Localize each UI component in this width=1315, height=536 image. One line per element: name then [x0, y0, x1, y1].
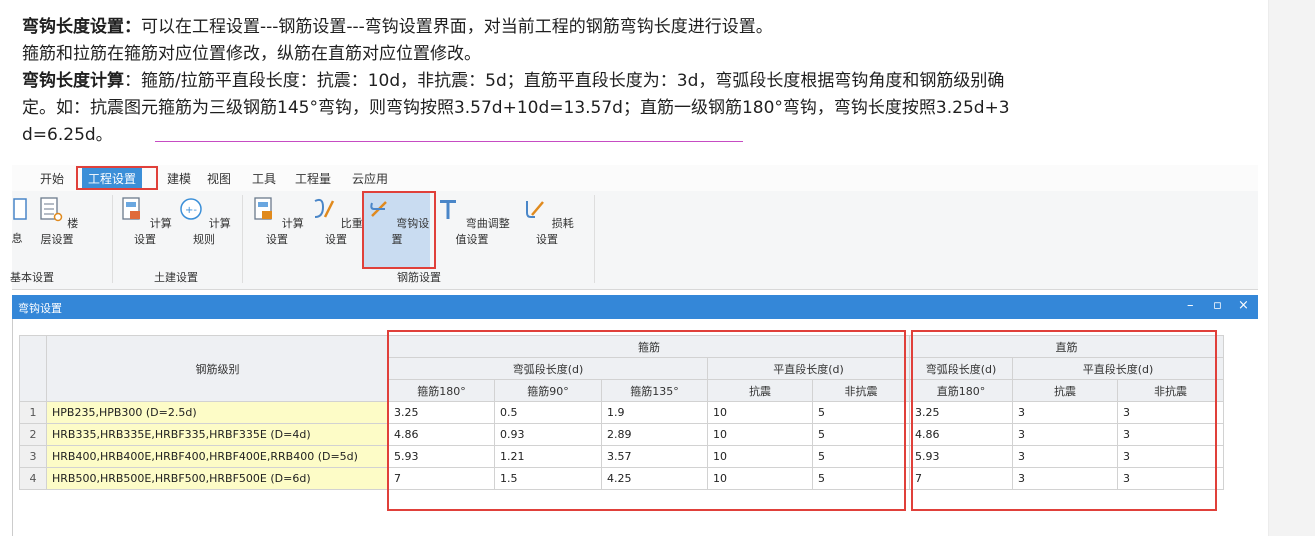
- hook-settings-highlight-box: [362, 191, 436, 269]
- row-index: 1: [19, 401, 47, 424]
- ribbon: 息 楼层设置 计算设置 +- 计算规则 计算设置 比重设置 弯钩设置 弯曲调整值…: [10, 191, 1258, 290]
- calc-settings-icon: [122, 197, 141, 220]
- rebar-calc-settings-button[interactable]: 计算设置: [250, 195, 304, 247]
- density-settings-icon: [314, 198, 335, 218]
- floor-settings-button[interactable]: 楼层设置: [32, 195, 82, 247]
- group-separator: [112, 195, 113, 283]
- corner-cell: [19, 335, 47, 402]
- hook-length-calc-label: 弯钩长度计算: [22, 71, 124, 91]
- dialog-body: 钢筋级别 箍筋 直筋 弯弧段长度(d) 平直段长度(d) 弯弧段长度(d) 平直…: [12, 319, 1259, 536]
- group-label-civil: 土建设置: [154, 271, 198, 284]
- info-icon: [13, 198, 27, 220]
- tab-view[interactable]: 视图: [207, 170, 231, 187]
- group-separator: [594, 195, 595, 283]
- article-card: 弯钩长度设置：可以在工程设置---钢筋设置---弯钩设置界面，对当前工程的钢筋弯…: [0, 0, 1268, 536]
- grade-cell: HRB400,HRB400E,HRBF400,HRBF400E,RRB400 (…: [46, 445, 389, 468]
- underline-annotation: [155, 141, 743, 142]
- intro-line-2: 箍筋和拉筋在箍筋对应位置修改，纵筋在直筋对应位置修改。: [22, 44, 481, 64]
- group-separator: [242, 195, 243, 283]
- dialog-title-bar: 弯钩设置 – ▫ ×: [12, 295, 1258, 319]
- tab-modeling[interactable]: 建模: [167, 170, 191, 187]
- group-label-rebar: 钢筋设置: [397, 271, 441, 284]
- dialog-title: 弯钩设置: [18, 302, 62, 315]
- app-screenshot: 开始 工程设置 建模 视图 工具 工程量 云应用 息 楼层设置 计算设置 +- …: [10, 165, 1259, 536]
- minimize-icon[interactable]: –: [1187, 298, 1194, 313]
- tab-cloud[interactable]: 云应用: [352, 170, 388, 187]
- bend-adjust-icon: [440, 200, 457, 219]
- intro-line-5: d=6.25d。: [22, 125, 113, 145]
- calc-rules-icon: +-: [180, 198, 202, 220]
- col-grade-header: 钢筋级别: [46, 335, 389, 402]
- hook-length-setting-label: 弯钩长度设置：: [22, 17, 141, 37]
- civil-calc-settings-button[interactable]: 计算设置: [118, 195, 172, 247]
- intro-text: 弯钩长度设置：可以在工程设置---钢筋设置---弯钩设置界面，对当前工程的钢筋弯…: [22, 14, 1262, 149]
- maximize-icon[interactable]: ▫: [1213, 298, 1222, 313]
- intro-line-3: 弯钩长度计算：箍筋/拉筋平直段长度：抗震：10d，非抗震：5d；直筋平直段长度为…: [22, 71, 1005, 91]
- calc-rules-button[interactable]: +- 计算规则: [176, 195, 232, 247]
- tab-start[interactable]: 开始: [40, 170, 64, 187]
- menu-tab-bar: 开始 工程设置 建模 视图 工具 工程量 云应用: [12, 165, 1258, 191]
- close-icon[interactable]: ×: [1238, 298, 1249, 313]
- svg-text:+-: +-: [185, 205, 197, 216]
- ribbon-info-button[interactable]: 息: [6, 195, 28, 246]
- density-settings-button[interactable]: 比重设置: [308, 195, 364, 247]
- bend-adjust-settings-button[interactable]: 弯曲调整值设置: [432, 195, 512, 247]
- row-index: 2: [19, 423, 47, 446]
- tab-tools[interactable]: 工具: [252, 170, 276, 187]
- intro-line-4: 定。如：抗震图元箍筋为三级钢筋145°弯钩，则弯钩按照3.57d+10d=13.…: [22, 98, 1010, 118]
- floor-settings-icon: [40, 197, 62, 222]
- row-index: 3: [19, 445, 47, 468]
- calc-settings-icon: [254, 197, 273, 220]
- row-index: 4: [19, 467, 47, 490]
- right-gutter: [1268, 0, 1315, 536]
- grade-cell: HRB335,HRB335E,HRBF335,HRBF335E (D=4d): [46, 423, 389, 446]
- group-label-basic: 基本设置: [10, 271, 54, 284]
- loss-settings-button[interactable]: 损耗设置: [520, 195, 574, 247]
- intro-line-1: 弯钩长度设置：可以在工程设置---钢筋设置---弯钩设置界面，对当前工程的钢筋弯…: [22, 17, 773, 37]
- tab-highlight-box: [76, 166, 158, 190]
- loss-settings-icon: [526, 201, 545, 218]
- tab-quantity[interactable]: 工程量: [295, 170, 331, 187]
- grade-cell: HPB235,HPB300 (D=2.5d): [46, 401, 389, 424]
- grade-cell: HRB500,HRB500E,HRBF500,HRBF500E (D=6d): [46, 467, 389, 490]
- stirrup-highlight-box: [387, 330, 906, 511]
- straight-highlight-box: [911, 330, 1217, 511]
